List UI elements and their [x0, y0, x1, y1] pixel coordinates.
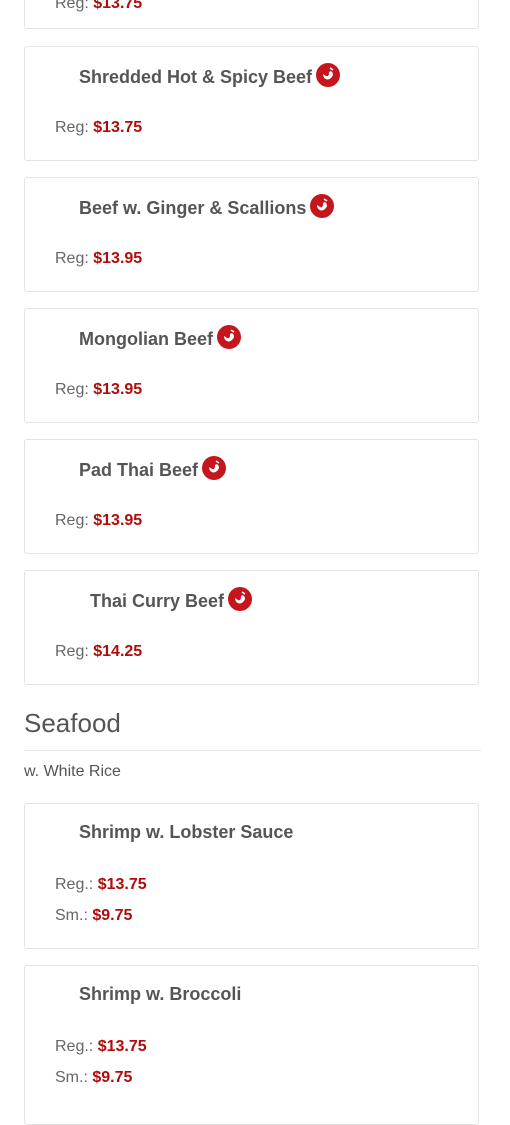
menu-item-name: Thai Curry Beef: [90, 590, 225, 611]
menu-item-card[interactable]: Shrimp w. Lobster Sauce Reg.: $13.75 Sm.…: [24, 803, 479, 949]
price-label: Reg:: [55, 119, 89, 136]
menu-item-card[interactable]: Shrimp w. Broccoli Reg.: $13.75 Sm.: $9.…: [24, 965, 479, 1125]
menu-item-name: Beef w. Ginger & Scallions: [79, 197, 307, 218]
menu-item-title: Pad Thai Beef: [79, 456, 227, 482]
price-value: $13.75: [93, 0, 143, 12]
price-value: $13.75: [93, 119, 143, 136]
price-value: $9.75: [92, 1069, 133, 1086]
price-row-reg: Reg: $13.75: [55, 0, 142, 13]
price-row-reg: Reg: $13.95: [55, 250, 142, 268]
price-label: Reg:: [55, 512, 89, 529]
price-label: Reg.:: [55, 1038, 94, 1055]
chili-pepper-icon: [202, 456, 227, 480]
menu-item-card[interactable]: Mongolian Beef Reg: $13.95: [24, 308, 479, 423]
section-title: Seafood: [24, 708, 121, 738]
menu-item-title: Shredded Hot & Spicy Beef: [79, 63, 341, 89]
price-row-sm: Sm.: $9.75: [55, 907, 132, 925]
price-row-reg: Reg.: $13.75: [55, 1038, 147, 1056]
chili-pepper-icon: [316, 63, 341, 87]
menu-item-card[interactable]: Thai Curry Beef Reg: $14.25: [24, 570, 479, 685]
price-value: $13.95: [93, 381, 143, 398]
price-label: Reg:: [55, 381, 89, 398]
price-value: $13.95: [93, 512, 143, 529]
price-label: Reg.:: [55, 876, 94, 893]
menu-item-title: Shrimp w. Broccoli: [79, 984, 241, 1005]
menu-item-title: Beef w. Ginger & Scallions: [79, 194, 335, 220]
price-label: Sm.:: [55, 907, 88, 924]
price-row-reg: Reg: $13.95: [55, 381, 142, 399]
price-value: $13.75: [97, 876, 147, 893]
price-row-reg: Reg: $13.95: [55, 512, 142, 530]
menu-item-name: Pad Thai Beef: [79, 459, 199, 480]
price-value: $13.95: [93, 250, 143, 267]
price-value: $9.75: [92, 907, 133, 924]
menu-item-title: Thai Curry Beef: [90, 587, 253, 613]
price-label: Sm.:: [55, 1069, 88, 1086]
price-label: Reg:: [55, 643, 89, 660]
chili-pepper-icon: [310, 194, 335, 218]
price-row-sm: Sm.: $9.75: [55, 1069, 132, 1087]
menu-item-title: Mongolian Beef: [79, 325, 241, 351]
chili-pepper-icon: [217, 325, 241, 349]
menu-item-card-partial: Reg: $13.75: [24, 0, 479, 29]
menu-item-name: Shrimp w. Lobster Sauce: [79, 822, 294, 842]
chili-pepper-icon: [228, 587, 253, 611]
price-value: $13.75: [97, 1038, 147, 1055]
section-divider: [24, 750, 481, 751]
menu-item-card[interactable]: Beef w. Ginger & Scallions Reg: $13.95: [24, 177, 479, 292]
menu-item-card[interactable]: Pad Thai Beef Reg: $13.95: [24, 439, 479, 554]
price-label: Reg:: [55, 250, 89, 267]
menu-item-name: Mongolian Beef: [79, 328, 213, 349]
price-row-reg: Reg: $14.25: [55, 643, 142, 661]
price-label: Reg:: [55, 0, 89, 12]
menu-item-title: Shrimp w. Lobster Sauce: [79, 822, 293, 843]
price-row-reg: Reg.: $13.75: [55, 876, 147, 894]
menu-item-name: Shrimp w. Broccoli: [79, 984, 242, 1004]
price-row-reg: Reg: $13.75: [55, 119, 142, 137]
price-value: $14.25: [93, 643, 143, 660]
section-note: w. White Rice: [24, 763, 121, 780]
menu-item-card[interactable]: Shredded Hot & Spicy Beef Reg: $13.75: [24, 46, 479, 161]
menu-item-name: Shredded Hot & Spicy Beef: [79, 66, 313, 87]
